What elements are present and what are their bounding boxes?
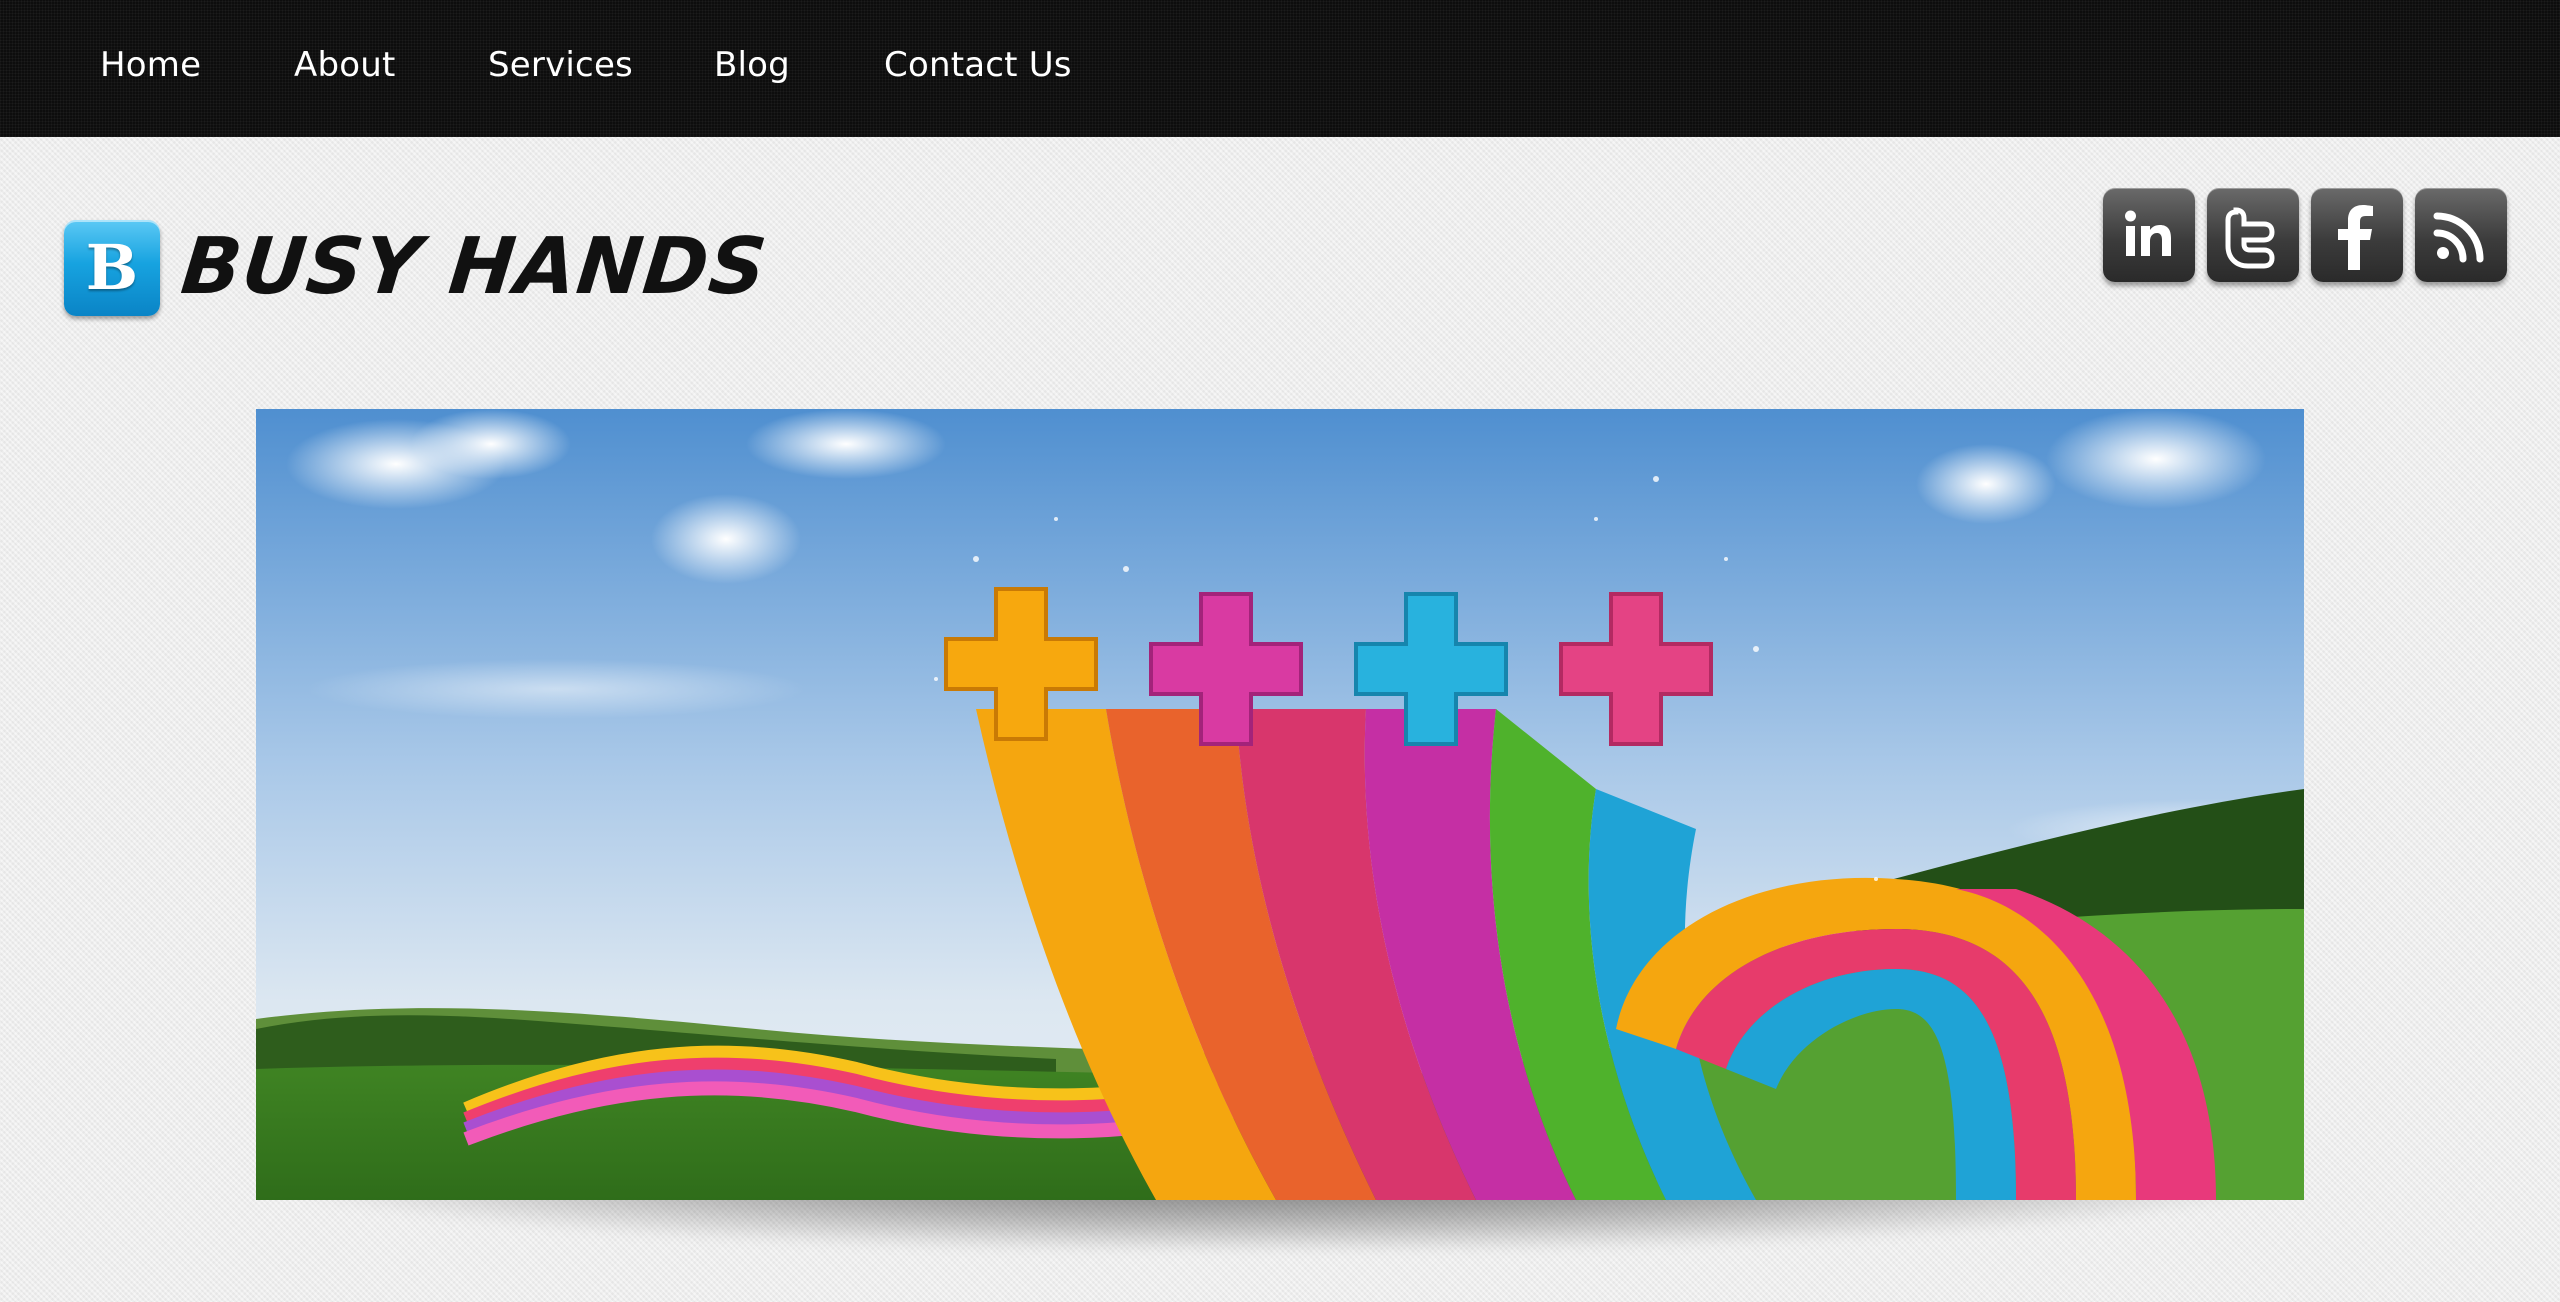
twitter-button[interactable] — [2207, 188, 2299, 282]
top-navigation-bar: Home About Services Blog Contact Us — [0, 0, 2560, 137]
hero-banner-image — [256, 409, 2304, 1200]
twitter-icon — [2225, 207, 2275, 269]
logo-badge-icon[interactable]: B — [64, 220, 160, 316]
linkedin-button[interactable] — [2103, 188, 2195, 282]
site-logo-text[interactable]: BUSY HANDS — [176, 212, 772, 322]
rss-icon — [2433, 212, 2484, 263]
nav-contact-us-link[interactable]: Contact Us — [884, 40, 1072, 90]
linkedin-icon — [2125, 210, 2171, 256]
nav-home-link[interactable]: Home — [100, 40, 201, 90]
rss-button[interactable] — [2415, 188, 2507, 282]
facebook-button[interactable] — [2311, 188, 2403, 282]
hero-banner — [256, 409, 2304, 1249]
nav-blog-link[interactable]: Blog — [714, 40, 790, 90]
nav-services-link[interactable]: Services — [488, 40, 633, 90]
nav-about-link[interactable]: About — [294, 40, 396, 90]
facebook-icon — [2338, 205, 2373, 270]
